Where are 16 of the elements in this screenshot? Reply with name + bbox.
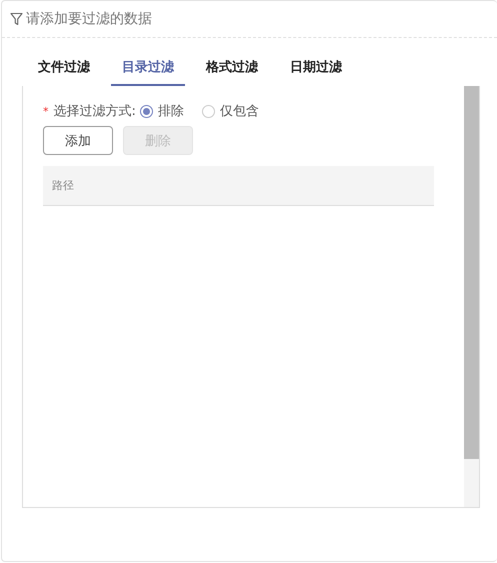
radio-icon[interactable] [140, 104, 153, 118]
column-header: 路径 [52, 178, 74, 193]
radio-label: 排除 [158, 103, 184, 120]
tab[interactable]: 文件过滤 [27, 55, 101, 86]
action-button[interactable]: 添加 [43, 126, 113, 155]
radio-option[interactable]: 排除 [140, 102, 184, 120]
header-title: 请添加要过滤的数据 [26, 10, 152, 28]
radio-icon[interactable] [202, 104, 215, 118]
filter-mode-label: 选择过滤方式: [54, 103, 136, 120]
tab[interactable]: 目录过滤 [111, 55, 185, 86]
filter-icon [10, 12, 23, 26]
required-mark: * [43, 104, 48, 118]
radio-option[interactable]: 仅包含 [202, 102, 259, 120]
tab[interactable]: 日期过滤 [279, 55, 353, 86]
radio-label: 仅包含 [220, 103, 259, 120]
tab[interactable]: 格式过滤 [195, 55, 269, 86]
